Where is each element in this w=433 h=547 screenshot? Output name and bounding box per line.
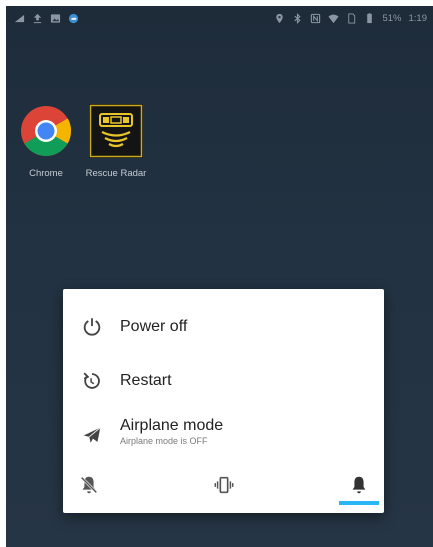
airplane-mode-status: Airplane mode is OFF [120, 436, 208, 446]
power-off-label: Power off [120, 318, 188, 335]
restart-icon [81, 370, 103, 392]
vibrate-icon [214, 476, 234, 494]
restart-label: Restart [120, 372, 172, 389]
battery-icon [364, 12, 375, 24]
vibrate-button[interactable] [204, 469, 244, 501]
restart-option[interactable]: Restart [63, 365, 384, 397]
bell-icon [352, 476, 366, 494]
battery-percentage: 51% [382, 12, 402, 24]
mute-bell-icon [80, 476, 98, 494]
mute-button[interactable] [69, 469, 109, 501]
app-label: Chrome [29, 168, 63, 179]
app-label: Rescue Radar [85, 168, 147, 179]
weather-icon [68, 13, 79, 24]
power-icon [81, 316, 103, 338]
selected-mode-indicator [339, 501, 379, 505]
home-screen: 51% 1:19 Chrome Rescue Radar Power off R… [6, 6, 433, 547]
airplane-icon [81, 424, 103, 446]
sound-on-button[interactable] [339, 469, 379, 501]
airplane-mode-option[interactable]: Airplane mode Airplane mode is OFF [63, 412, 384, 452]
status-bar: 51% 1:19 [6, 6, 433, 30]
bluetooth-icon [292, 12, 303, 24]
power-off-option[interactable]: Power off [63, 311, 384, 343]
chrome-icon [21, 106, 71, 156]
app-chrome[interactable]: Chrome [11, 104, 81, 179]
upload-icon [32, 13, 43, 24]
app-rescue-radar[interactable]: Rescue Radar [81, 104, 151, 179]
signal-icon [14, 13, 25, 24]
clock: 1:19 [408, 12, 428, 24]
image-icon [50, 13, 61, 24]
nfc-icon [310, 13, 321, 24]
power-menu-dialog: Power off Restart Airplane mode Airplane… [63, 289, 384, 513]
airplane-mode-label: Airplane mode [120, 417, 224, 434]
location-icon [274, 13, 285, 24]
rescue-radar-icon [89, 104, 143, 158]
sim-icon [346, 12, 357, 24]
sound-mode-row [63, 469, 384, 505]
wifi-icon [328, 13, 340, 24]
